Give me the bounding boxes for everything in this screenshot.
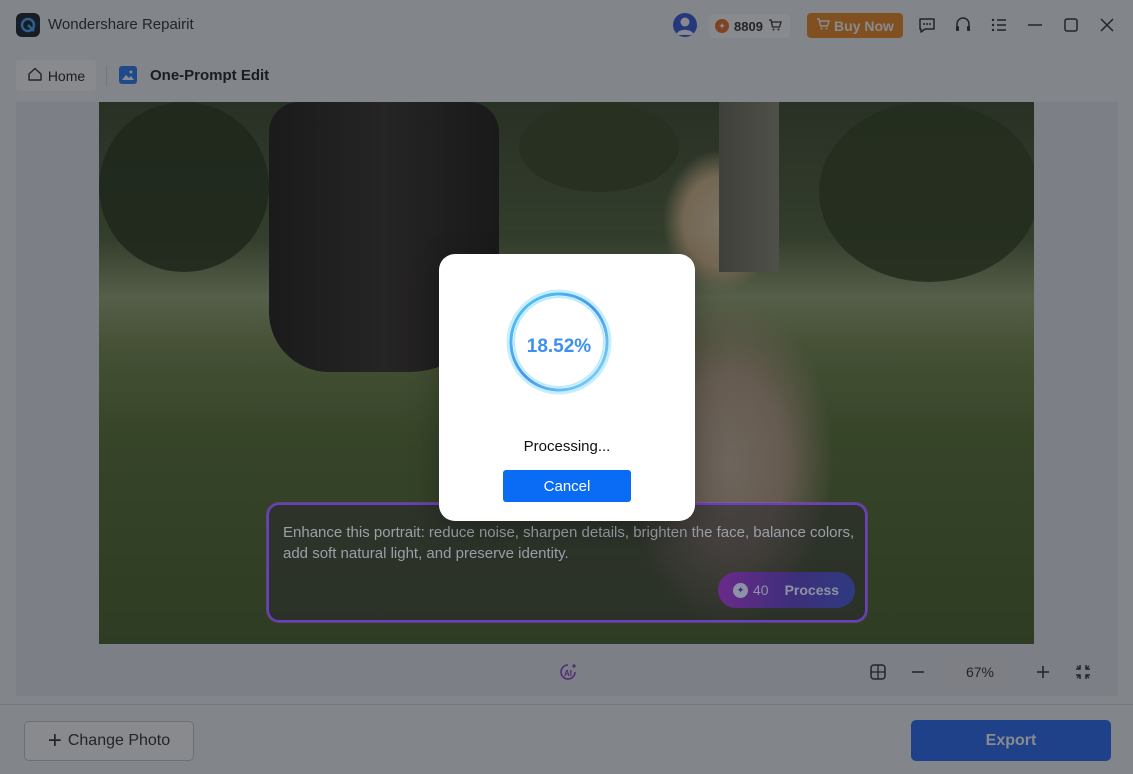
- process-cost: 40: [753, 582, 769, 598]
- progress-percent: 18.52%: [526, 336, 592, 357]
- processing-status: Processing...: [523, 438, 611, 455]
- process-label: Process: [784, 582, 840, 598]
- prompt-text[interactable]: Enhance this portrait: reduce noise, sha…: [283, 522, 858, 564]
- cancel-button[interactable]: Cancel: [503, 470, 631, 502]
- credit-icon: ✦: [733, 582, 748, 598]
- process-button[interactable]: ✦ 40 Process: [718, 572, 855, 608]
- processing-dialog: 18.52% Processing... Cancel: [439, 254, 695, 521]
